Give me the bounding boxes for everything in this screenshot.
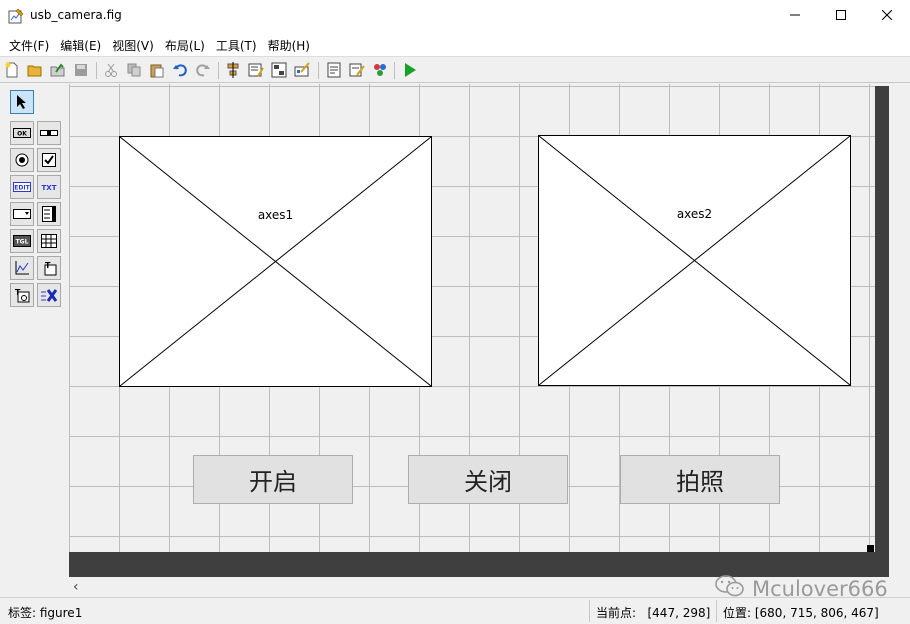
toolbar-editor-icon[interactable] xyxy=(293,61,311,79)
edit-text-tool-icon[interactable]: EDIT xyxy=(10,175,34,199)
status-tag: 标签: figure1 xyxy=(8,606,83,620)
figure-app-icon xyxy=(8,8,24,24)
status-divider xyxy=(716,600,717,622)
toolbar-separator xyxy=(218,62,219,79)
guide-window: usb_camera.fig 文件(F) 编辑(E) 视图(V) 布局(L) 工… xyxy=(0,0,910,624)
new-file-icon[interactable] xyxy=(3,61,21,79)
title-bar: usb_camera.fig xyxy=(0,0,910,31)
svg-text:T: T xyxy=(45,261,51,270)
toolbar xyxy=(0,58,910,83)
cut-icon[interactable] xyxy=(102,61,120,79)
component-palette: OK EDIT TXT TGL T T xyxy=(0,84,69,554)
panel-tool-icon[interactable]: T xyxy=(37,256,61,280)
toolbar-separator xyxy=(394,62,395,79)
axes1-label: axes1 xyxy=(257,208,294,222)
run-icon[interactable] xyxy=(401,61,419,79)
popup-menu-tool-icon[interactable] xyxy=(10,202,34,226)
status-divider xyxy=(589,600,590,622)
checkbox-tool-icon[interactable] xyxy=(37,148,61,172)
pushbutton-tool-icon[interactable]: OK xyxy=(10,121,34,145)
menu-file[interactable]: 文件(F) xyxy=(4,31,55,56)
select-tool-icon[interactable] xyxy=(10,90,34,114)
minimize-icon xyxy=(790,9,800,23)
menu-help[interactable]: 帮助(H) xyxy=(263,31,316,56)
menu-edit[interactable]: 编辑(E) xyxy=(55,31,107,56)
menu-editor-icon[interactable] xyxy=(247,61,265,79)
align-icon[interactable] xyxy=(224,61,242,79)
copy-icon[interactable] xyxy=(125,61,143,79)
disabled-save-icon xyxy=(72,61,90,79)
pushbutton-tool-label: OK xyxy=(17,131,27,138)
maximize-icon xyxy=(836,9,846,23)
slider-tool-icon[interactable] xyxy=(37,121,61,145)
status-position: 位置: [680, 715, 806, 467] xyxy=(723,606,879,620)
canvas-right-border xyxy=(875,86,889,552)
close-camera-button[interactable]: 关闭 xyxy=(408,455,568,504)
menu-view[interactable]: 视图(V) xyxy=(107,31,160,56)
activex-tool-icon[interactable] xyxy=(37,283,61,307)
button-group-tool-icon[interactable]: T xyxy=(10,283,34,307)
undo-icon[interactable] xyxy=(171,61,189,79)
radio-button-tool-icon[interactable] xyxy=(10,148,34,172)
menu-tools[interactable]: 工具(T) xyxy=(211,31,263,56)
figure-resize-handle[interactable] xyxy=(867,545,874,552)
static-text-tool-label: TXT xyxy=(42,184,57,192)
editor-icon[interactable] xyxy=(325,61,343,79)
status-current-point: 当前点: [447, 298] xyxy=(596,606,711,620)
close-icon xyxy=(881,9,893,23)
toggle-button-tool-icon[interactable]: TGL xyxy=(10,229,34,253)
listbox-tool-icon[interactable] xyxy=(37,202,61,226)
menu-bar: 文件(F) 编辑(E) 视图(V) 布局(L) 工具(T) 帮助(H) xyxy=(0,31,910,57)
object-browser-icon[interactable] xyxy=(371,61,389,79)
edit-text-tool-label: EDIT xyxy=(14,185,30,192)
axes1[interactable]: axes1 xyxy=(119,136,432,387)
redo-icon[interactable] xyxy=(194,61,212,79)
toolbar-separator xyxy=(318,62,319,79)
toolbar-separator xyxy=(96,62,97,79)
minimize-button[interactable] xyxy=(772,0,818,31)
static-text-tool-icon[interactable]: TXT xyxy=(37,175,61,199)
capture-photo-button[interactable]: 拍照 xyxy=(620,455,780,504)
toggle-tool-label: TGL xyxy=(16,239,29,246)
menu-layout[interactable]: 布局(L) xyxy=(160,31,211,56)
scroll-left-icon[interactable]: ‹ xyxy=(73,579,79,595)
layout-canvas[interactable]: axes1 axes2 开启 关闭 拍照 xyxy=(69,84,875,553)
axes2[interactable]: axes2 xyxy=(538,135,851,386)
close-button[interactable] xyxy=(864,0,910,31)
maximize-button[interactable] xyxy=(818,0,864,31)
open-file-icon[interactable] xyxy=(26,61,44,79)
window-title: usb_camera.fig xyxy=(30,8,122,22)
tab-order-icon[interactable] xyxy=(270,61,288,79)
property-inspector-icon[interactable] xyxy=(348,61,366,79)
status-bar: 标签: figure1 当前点: [447, 298] 位置: [680, 71… xyxy=(0,597,910,624)
open-camera-button[interactable]: 开启 xyxy=(193,455,353,504)
axes-tool-icon[interactable] xyxy=(10,256,34,280)
table-tool-icon[interactable] xyxy=(37,229,61,253)
axes2-label: axes2 xyxy=(676,207,713,221)
paste-icon[interactable] xyxy=(148,61,166,79)
save-icon[interactable] xyxy=(49,61,67,79)
svg-text:T: T xyxy=(15,288,21,297)
